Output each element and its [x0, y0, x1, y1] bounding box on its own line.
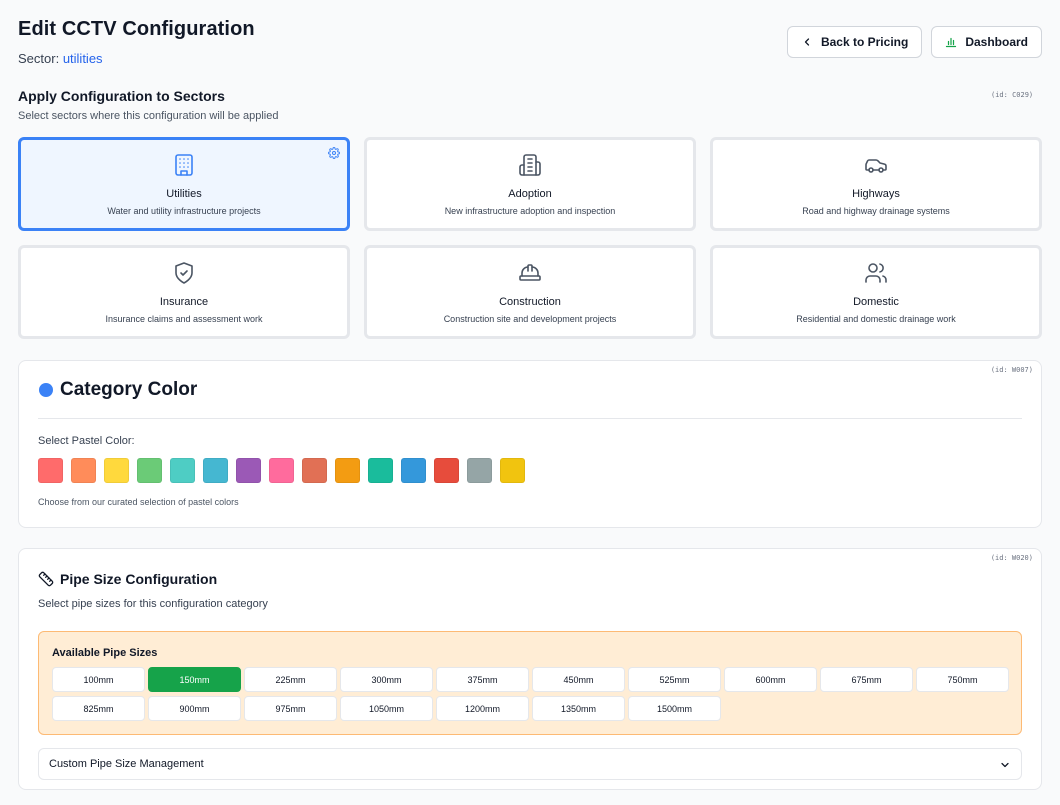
sector-description: Construction site and development projec… — [443, 314, 617, 324]
color-swatch[interactable] — [170, 458, 195, 483]
pipe-size-button[interactable]: 1350mm — [532, 696, 625, 721]
sector-name: Adoption — [508, 188, 552, 200]
dashboard-label: Dashboard — [965, 35, 1028, 49]
car-icon — [865, 159, 887, 173]
sector-name: Highways — [852, 188, 900, 200]
pipe-size-card: (id: W020) Pipe Size Configuration Selec… — [18, 548, 1042, 790]
pipe-size-button[interactable]: 750mm — [916, 667, 1009, 692]
color-swatch[interactable] — [467, 458, 492, 483]
available-pipe-sizes-box: Available Pipe Sizes 100mm 150mm 225mm 300m… — [38, 631, 1022, 735]
header-actions: Back to Pricing Dashboard — [786, 26, 1042, 58]
pipe-size-button[interactable]: 450mm — [532, 667, 625, 692]
custom-pipe-size-label: Custom Pipe Size Management — [49, 758, 204, 770]
sector-name: Construction — [499, 296, 561, 308]
sector-name: Insurance — [159, 296, 209, 308]
color-swatch[interactable] — [401, 458, 426, 483]
apply-sectors-section: Apply Configuration to Sectors Select se… — [18, 88, 1042, 122]
apply-sectors-subtitle: Select sectors where this configuration … — [18, 110, 279, 122]
pipe-size-subtitle: Select pipe sizes for this configuration… — [38, 598, 268, 610]
color-swatch[interactable] — [335, 458, 360, 483]
color-swatch[interactable] — [104, 458, 129, 483]
users-icon — [865, 263, 887, 283]
gear-icon[interactable] — [328, 147, 340, 159]
sector-description: Road and highway drainage systems — [802, 206, 950, 216]
pipe-size-button[interactable]: 975mm — [244, 696, 337, 721]
color-swatch[interactable] — [269, 458, 294, 483]
pipe-size-button[interactable]: 150mm — [148, 667, 241, 692]
color-swatch[interactable] — [203, 458, 228, 483]
back-to-pricing-label: Back to Pricing — [820, 35, 909, 49]
sector-card-utilities[interactable]: Utilities Water and utility infrastructu… — [18, 137, 350, 231]
pipe-size-button[interactable]: 1500mm — [628, 696, 721, 721]
apply-id-tag: (id: C029) — [991, 91, 1034, 99]
pipe-size-button[interactable]: 1050mm — [340, 696, 433, 721]
pipe-size-button[interactable]: 300mm — [340, 667, 433, 692]
pipe-size-button[interactable]: 600mm — [724, 667, 817, 692]
color-swatch[interactable] — [38, 458, 63, 483]
color-swatch[interactable] — [71, 458, 96, 483]
bar-chart-icon — [946, 37, 957, 48]
sector-value: utilities — [62, 51, 103, 66]
sector-description: Insurance claims and assessment work — [105, 314, 263, 324]
shield-check-icon — [175, 262, 193, 284]
sector-card-construction[interactable]: Construction Construction site and devel… — [364, 245, 696, 339]
category-color-card: (id: W007) Category Color Select Pastel … — [18, 360, 1042, 528]
pastel-color-label: Select Pastel Color: — [38, 435, 135, 447]
sector-description: New infrastructure adoption and inspecti… — [444, 206, 616, 216]
color-swatch[interactable] — [500, 458, 525, 483]
sector-name: Domestic — [853, 296, 899, 308]
chevron-left-icon — [804, 38, 810, 46]
pipe-id-tag: (id: W020) — [990, 554, 1033, 562]
pipe-size-button[interactable]: 375mm — [436, 667, 529, 692]
sector-description: Residential and domestic drainage work — [796, 314, 956, 324]
page-header: Edit CCTV Configuration Sector: utilitie… — [18, 18, 1042, 68]
sector-card-domestic[interactable]: Domestic Residential and domestic draina… — [710, 245, 1042, 339]
sector-grid: Utilities Water and utility infrastructu… — [18, 137, 1042, 339]
pipe-size-button[interactable]: 100mm — [52, 667, 145, 692]
color-swatch[interactable] — [434, 458, 459, 483]
pipe-size-button[interactable]: 900mm — [148, 696, 241, 721]
sector-label: Sector: — [18, 51, 60, 66]
custom-pipe-size-accordion[interactable]: Custom Pipe Size Management — [38, 748, 1022, 780]
back-to-pricing-button[interactable]: Back to Pricing — [786, 26, 923, 58]
divider — [38, 418, 1022, 419]
selected-color-dot — [39, 383, 53, 397]
ruler-icon — [38, 571, 54, 587]
sector-name: Utilities — [166, 188, 202, 200]
color-swatch[interactable] — [236, 458, 261, 483]
category-color-title: Category Color — [60, 379, 198, 400]
buildings-icon — [519, 154, 541, 176]
building-icon — [175, 154, 193, 176]
sector-card-insurance[interactable]: Insurance Insurance claims and assessmen… — [18, 245, 350, 339]
pipe-size-button[interactable]: 525mm — [628, 667, 721, 692]
chevron-down-icon — [1001, 762, 1009, 768]
pipe-size-title: Pipe Size Configuration — [60, 571, 218, 587]
color-swatch[interactable] — [302, 458, 327, 483]
pipe-size-button[interactable]: 675mm — [820, 667, 913, 692]
color-swatches — [38, 458, 525, 483]
hard-hat-icon — [519, 264, 541, 281]
sector-description: Water and utility infrastructure project… — [107, 206, 261, 216]
pipe-size-button[interactable]: 825mm — [52, 696, 145, 721]
pipe-size-button[interactable]: 225mm — [244, 667, 337, 692]
available-pipe-sizes-title: Available Pipe Sizes — [52, 647, 158, 659]
sector-card-adoption[interactable]: Adoption New infrastructure adoption and… — [364, 137, 696, 231]
pastel-color-help: Choose from our curated selection of pas… — [38, 497, 239, 507]
pipe-size-grid: 100mm 150mm 225mm 300mm 375mm 450mm 525mm 600mm… — [52, 667, 1009, 721]
sector-card-highways[interactable]: Highways Road and highway drainage syste… — [710, 137, 1042, 231]
dashboard-button[interactable]: Dashboard — [931, 26, 1042, 58]
color-swatch[interactable] — [137, 458, 162, 483]
pipe-size-button[interactable]: 1200mm — [436, 696, 529, 721]
color-swatch[interactable] — [368, 458, 393, 483]
color-id-tag: (id: W007) — [990, 366, 1033, 374]
apply-sectors-title: Apply Configuration to Sectors — [18, 88, 225, 104]
